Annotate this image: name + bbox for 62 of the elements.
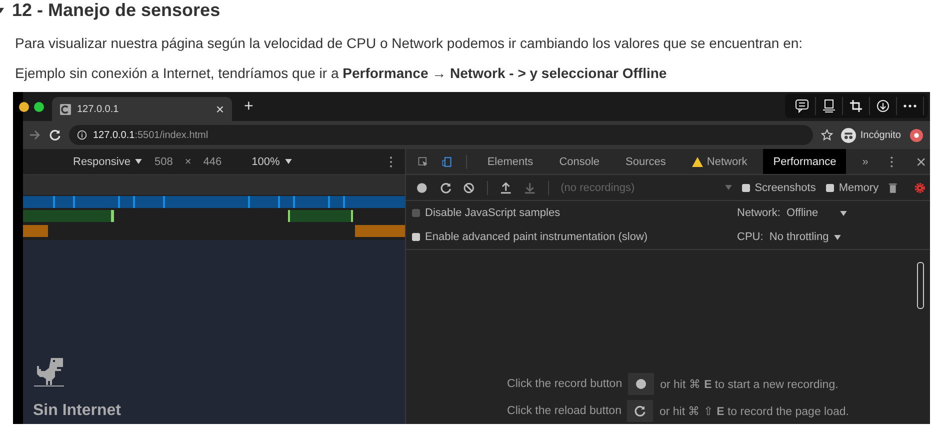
address-field[interactable]: 127.0.0.1:5501/index.html (69, 125, 814, 145)
cpu-throttle-dropdown[interactable]: CPU: No throttling (737, 231, 841, 243)
hint-text: Click the reload button (507, 405, 622, 417)
paragraph: Para visualizar nuestra página según la velocidad de CPU o Network podemos ir cambiando los valores que se encuentran en: (14, 34, 804, 53)
width-field[interactable]: 508 (154, 156, 173, 168)
hint-text: or hit ⌘ E to start a new recording. (660, 378, 838, 391)
devtools-tab[interactable]: Console (549, 149, 610, 174)
close-icon[interactable] (916, 156, 926, 168)
devtools-tab[interactable]: Sources (616, 149, 676, 174)
more-options-icon[interactable] (389, 156, 393, 168)
device-dropdown[interactable]: Responsive (73, 156, 142, 168)
window-dot[interactable] (19, 102, 29, 112)
checkbox-option[interactable]: Memory (826, 182, 879, 194)
scrollbar[interactable] (917, 262, 924, 309)
devtools-tab[interactable]: Elements (477, 149, 544, 174)
caret-icon (834, 234, 841, 240)
inspect-icon[interactable] (418, 156, 428, 168)
clear-icon[interactable] (463, 182, 476, 194)
network-throttle-dropdown[interactable]: Network: Offline (737, 207, 848, 219)
height-field[interactable]: 446 (203, 156, 222, 168)
dimension-separator: × (184, 156, 192, 168)
upload-icon[interactable] (500, 182, 512, 194)
record-button[interactable] (628, 373, 654, 395)
record-icon[interactable] (416, 182, 428, 194)
caret-icon (135, 159, 142, 164)
dinosaur-icon (33, 356, 65, 388)
checkbox-option[interactable]: Disable JavaScript samples (412, 207, 712, 219)
profile-label[interactable]: Incógnito (860, 130, 901, 140)
extension-icon[interactable] (909, 128, 924, 142)
info-icon (77, 130, 87, 140)
checkbox-option[interactable]: Enable advanced paint instrumentation (slow) (412, 231, 712, 243)
caret-icon (840, 210, 848, 216)
incognito-avatar-icon[interactable] (841, 128, 856, 142)
reload-button[interactable] (627, 400, 654, 422)
hint-text: or hit ⌘ ⇧ E to record the page load. (659, 405, 849, 418)
reload-icon[interactable] (440, 182, 452, 194)
page-favicon-icon (60, 104, 71, 114)
settings-icon[interactable] (914, 182, 926, 194)
trash-icon[interactable] (886, 182, 898, 194)
caret-icon (284, 159, 292, 164)
forward-arrow-icon[interactable] (29, 129, 41, 141)
star-icon[interactable] (821, 129, 834, 141)
browser-tab[interactable]: 127.0.0.1 × (52, 97, 232, 121)
more-options-icon[interactable] (890, 156, 894, 168)
hint-text: Click the record button (507, 378, 622, 390)
checkbox-option[interactable]: Screenshots (742, 182, 816, 194)
reload-icon (634, 405, 646, 417)
window-dot[interactable] (34, 102, 44, 112)
more-tabs-button[interactable]: » (852, 149, 878, 174)
record-icon (635, 378, 648, 390)
reload-icon[interactable] (49, 129, 61, 141)
devtools-tab[interactable]: Network (682, 149, 758, 174)
devtools-tab[interactable]: Performance (763, 149, 846, 174)
tab-close-button[interactable]: × (216, 101, 224, 117)
section-title: 12 - Manejo de sensores (12, 0, 220, 20)
caret-icon (724, 185, 732, 190)
tab-title: 127.0.0.1 (77, 104, 120, 114)
paragraph: Ejemplo sin conexión a Internet, tendríamos que ir a Performance → Network - > y seleccionar Offline (14, 64, 668, 83)
zoom-dropdown[interactable]: 100% (252, 156, 292, 168)
device-toggle-icon[interactable] (442, 156, 452, 168)
offline-message: Sin Internet (33, 402, 122, 420)
new-tab-button[interactable]: + (244, 98, 254, 116)
